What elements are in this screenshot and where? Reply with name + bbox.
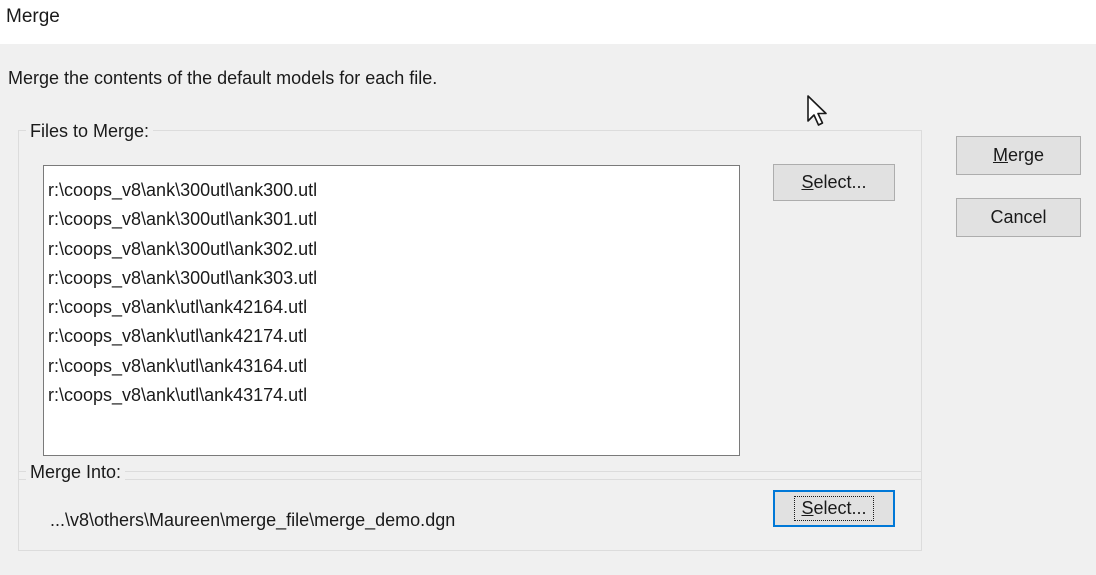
list-item[interactable]: r:\coops_v8\ank\300utl\ank302.utl [48,235,739,264]
merge-label: erge [1007,145,1045,165]
select-files-button[interactable]: Select... [773,164,895,201]
list-item[interactable]: r:\coops_v8\ank\utl\ank42164.utl [48,293,739,322]
list-item[interactable]: r:\coops_v8\ank\utl\ank43164.utl [48,352,739,381]
select-files-mnemonic: S [801,172,814,192]
select-target-label: elect... [813,498,867,518]
window-title: Merge [6,6,60,27]
merge-into-path: ...\v8\others\Maureen\merge_file\merge_d… [50,510,456,530]
files-to-merge-label: Files to Merge: [26,121,154,142]
list-item[interactable]: r:\coops_v8\ank\300utl\ank301.utl [48,205,739,234]
merge-into-label: Merge Into: [26,462,126,483]
select-target-mnemonic: S [801,498,814,518]
list-item[interactable]: r:\coops_v8\ank\300utl\ank300.utl [48,176,739,205]
list-item[interactable]: r:\coops_v8\ank\300utl\ank303.utl [48,264,739,293]
select-target-button[interactable]: Select... [773,490,895,527]
list-item[interactable]: r:\coops_v8\ank\utl\ank42174.utl [48,322,739,351]
focus-rectangle: Select... [794,496,874,521]
merge-mnemonic: M [992,145,1008,165]
list-item[interactable]: r:\coops_v8\ank\utl\ank43174.utl [48,381,739,410]
dialog-client: Merge the contents of the default models… [0,44,1096,575]
files-listbox[interactable]: r:\coops_v8\ank\300utl\ank300.utl r:\coo… [43,165,740,456]
select-files-label: elect... [813,172,867,192]
cancel-button[interactable]: Cancel [956,198,1081,237]
mouse-pointer-icon [807,95,827,126]
merge-button[interactable]: Merge [956,136,1081,175]
description-text: Merge the contents of the default models… [8,68,438,88]
